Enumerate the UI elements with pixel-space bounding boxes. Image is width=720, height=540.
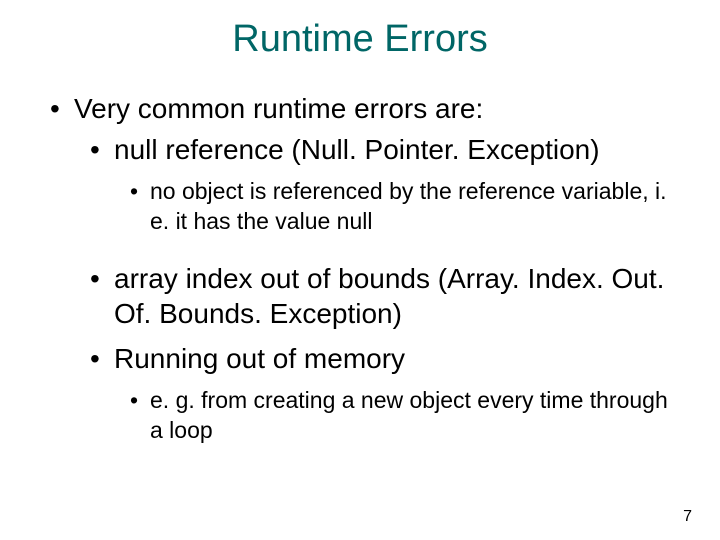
bullet-level3: no object is referenced by the reference… (130, 177, 690, 237)
bullet-level1: Very common runtime errors are: (50, 91, 690, 126)
bullet-list: Very common runtime errors are: null ref… (50, 91, 690, 446)
bullet-level3: e. g. from creating a new object every t… (130, 386, 690, 446)
page-number: 7 (683, 508, 692, 526)
bullet-level2: Running out of memory (90, 341, 690, 376)
bullet-level2: null reference (Null. Pointer. Exception… (90, 132, 690, 167)
slide-title: Runtime Errors (0, 0, 720, 71)
bullet-level2: array index out of bounds (Array. Index.… (90, 261, 690, 331)
slide-body: Very common runtime errors are: null ref… (0, 91, 720, 446)
slide: Runtime Errors Very common runtime error… (0, 0, 720, 540)
